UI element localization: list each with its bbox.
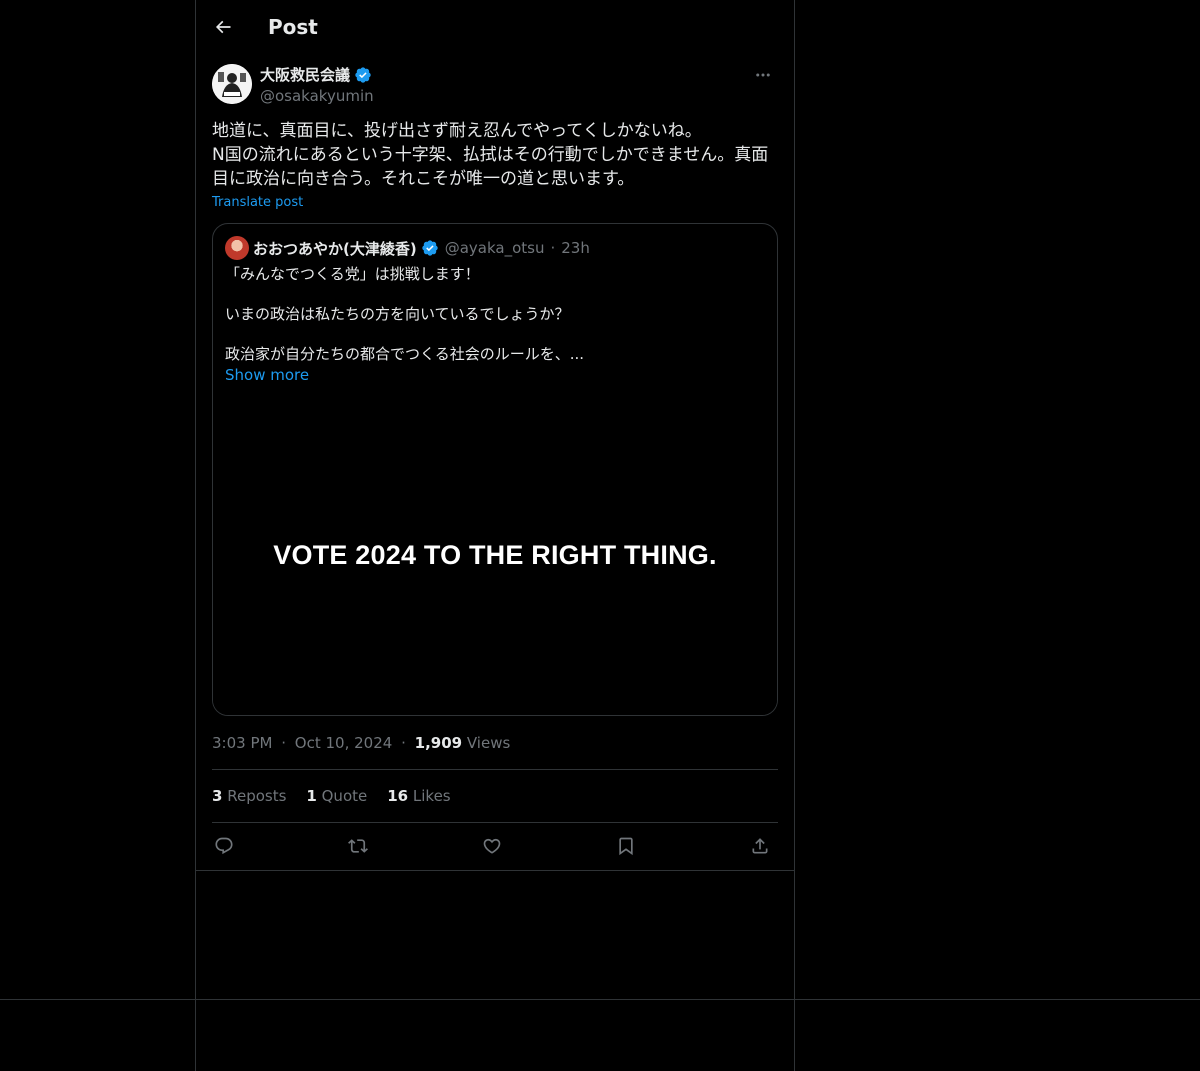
reply-button[interactable] bbox=[212, 834, 236, 858]
quoted-media-video[interactable]: VOTE 2024 TO THE RIGHT THING. bbox=[213, 394, 777, 715]
quotes-count: 1 bbox=[306, 787, 317, 805]
like-button[interactable] bbox=[480, 834, 504, 858]
column-border-left bbox=[195, 0, 196, 1071]
quoted-post-text: 「みんなでつくる党」は挑戦します！ いまの政治は私たちの方を向いているでしょうか… bbox=[225, 264, 765, 364]
page-header: Post bbox=[196, 0, 794, 53]
repost-button[interactable] bbox=[346, 834, 370, 858]
verified-badge-icon bbox=[422, 240, 438, 256]
avatar[interactable] bbox=[212, 64, 252, 104]
quoted-separator: · bbox=[550, 239, 556, 257]
reposts-count: 3 bbox=[212, 787, 223, 805]
post-meta: 3:03 PM · Oct 10, 2024 · 1,909 Views bbox=[212, 733, 510, 753]
quoted-paragraph: いまの政治は私たちの方を向いているでしょうか？ bbox=[225, 305, 570, 323]
quoted-paragraph: 「みんなでつくる党」は挑戦します！ bbox=[225, 265, 480, 283]
reposts-label: Reposts bbox=[227, 787, 287, 805]
reply-icon bbox=[215, 837, 233, 855]
quotes-stat[interactable]: 1 Quote bbox=[306, 786, 367, 806]
views-label: Views bbox=[466, 734, 511, 752]
action-bar bbox=[212, 834, 778, 858]
column-border-right bbox=[794, 0, 795, 1071]
reposts-stat[interactable]: 3 Reposts bbox=[212, 786, 286, 806]
show-more-link[interactable]: Show more bbox=[225, 365, 309, 385]
meta-separator: · bbox=[401, 734, 406, 752]
bookmark-icon bbox=[619, 837, 633, 856]
meta-separator: · bbox=[281, 734, 287, 752]
post-text: 地道に、真面目に、投げ出さず耐え忍んでやってくしかないね。 N国の流れにあるとい… bbox=[212, 121, 769, 189]
repost-icon bbox=[348, 839, 368, 853]
quoted-paragraph: 政治家が自分たちの都合でつくる社会のルールを、... bbox=[225, 345, 585, 363]
more-options-button[interactable] bbox=[748, 64, 778, 86]
divider bbox=[212, 822, 778, 823]
quoted-timestamp: 23h bbox=[561, 239, 590, 257]
more-dots-icon bbox=[756, 73, 770, 77]
back-button[interactable] bbox=[210, 14, 236, 40]
avatar-image bbox=[212, 64, 252, 104]
page-title: Post bbox=[268, 15, 318, 39]
quoted-author-name: おおつあやか(大津綾香) bbox=[253, 239, 417, 258]
views-count: 1,909 bbox=[414, 734, 463, 752]
likes-stat[interactable]: 16 Likes bbox=[387, 786, 450, 806]
bookmark-button[interactable] bbox=[614, 834, 638, 858]
post-author: 大阪救民会議 @osakakyumin bbox=[212, 64, 778, 106]
heart-icon bbox=[483, 838, 501, 854]
likes-label: Likes bbox=[412, 787, 451, 805]
quoted-post-header: おおつあやか(大津綾香) @ayaka_otsu · 23h bbox=[225, 236, 590, 260]
back-arrow-icon bbox=[215, 20, 231, 34]
post-date[interactable]: Oct 10, 2024 bbox=[295, 734, 393, 752]
page-bottom-divider bbox=[0, 999, 1200, 1000]
divider bbox=[212, 769, 778, 770]
quoted-avatar bbox=[225, 236, 249, 260]
engagement-stats: 3 Reposts 1 Quote 16 Likes bbox=[212, 786, 451, 806]
author-name[interactable]: 大阪救民会議 bbox=[260, 65, 350, 85]
share-button[interactable] bbox=[748, 834, 772, 858]
translate-post-link[interactable]: Translate post bbox=[212, 194, 303, 212]
media-caption: VOTE 2024 TO THE RIGHT THING. bbox=[273, 540, 717, 570]
likes-count: 16 bbox=[387, 787, 409, 805]
quoted-post-card[interactable]: おおつあやか(大津綾香) @ayaka_otsu · 23h 「みんなでつくる党… bbox=[212, 223, 778, 716]
post-time[interactable]: 3:03 PM bbox=[212, 734, 272, 752]
quoted-author-handle: @ayaka_otsu bbox=[444, 239, 545, 257]
quotes-label: Quote bbox=[321, 787, 368, 805]
verified-badge-icon bbox=[355, 67, 371, 83]
share-icon bbox=[752, 838, 768, 854]
author-handle[interactable]: @osakakyumin bbox=[260, 86, 374, 106]
post-bottom-divider bbox=[196, 870, 794, 871]
